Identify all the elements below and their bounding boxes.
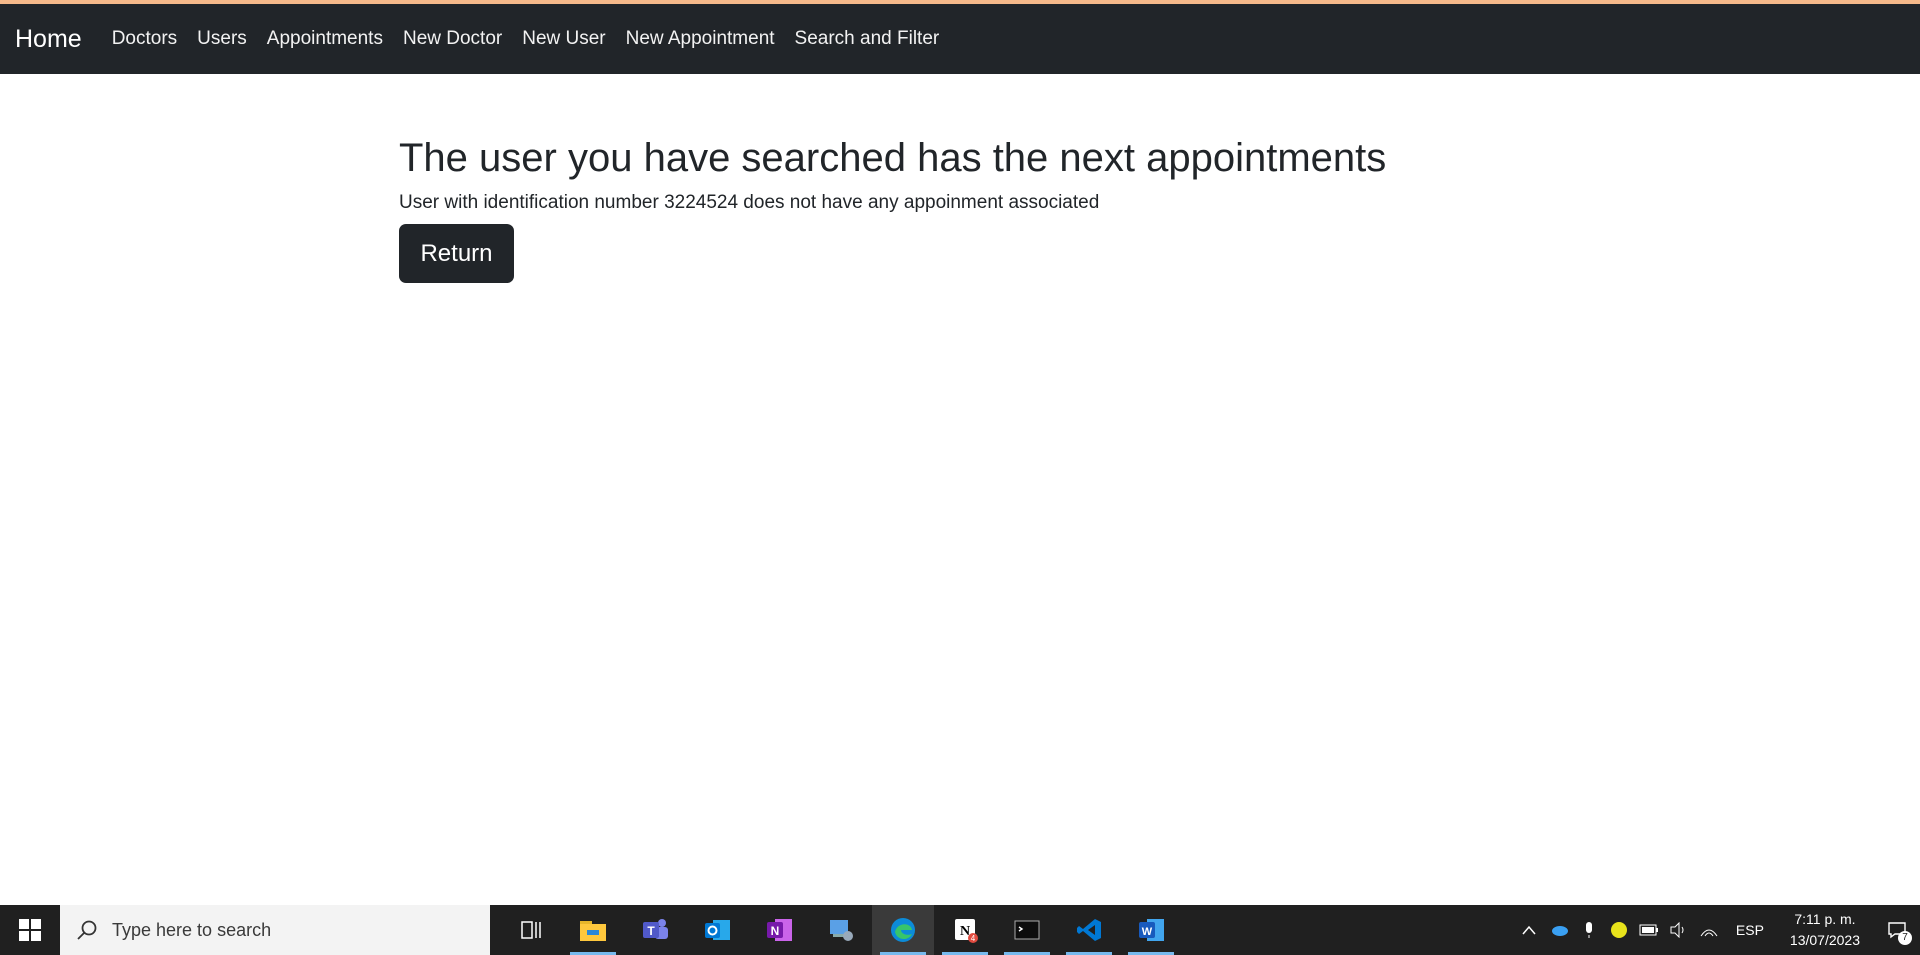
- notification-center-button[interactable]: 7: [1874, 905, 1920, 955]
- svg-text:T: T: [647, 924, 655, 938]
- nav-home-link[interactable]: Home: [15, 25, 82, 54]
- clock-time: 7:11 p. m.: [1794, 911, 1856, 927]
- battery-icon[interactable]: [1634, 905, 1664, 955]
- clock-date: 13/07/2023: [1789, 932, 1860, 948]
- nav-link-new-doctor[interactable]: New Doctor: [403, 28, 502, 50]
- page-title: The user you have searched has the next …: [399, 136, 1387, 180]
- app-tray-icon[interactable]: [1604, 905, 1634, 955]
- vscode-icon[interactable]: [1058, 905, 1120, 955]
- remote-desktop-icon[interactable]: [810, 905, 872, 955]
- edge-icon[interactable]: [872, 905, 934, 955]
- outlook-icon[interactable]: [686, 905, 748, 955]
- taskbar-search-box[interactable]: Type here to search: [60, 905, 490, 955]
- no-appointments-message: User with identification number 3224524 …: [399, 192, 1100, 213]
- speaker-icon[interactable]: [1664, 905, 1694, 955]
- notion-badge-count: 4: [971, 934, 976, 943]
- notification-count: 7: [1898, 931, 1912, 945]
- search-icon: [77, 920, 97, 940]
- notion-icon[interactable]: N4: [934, 905, 996, 955]
- task-view-icon[interactable]: [500, 905, 562, 955]
- top-navbar: Home Doctors Users Appointments New Doct…: [0, 4, 1920, 74]
- svg-text:W: W: [1142, 926, 1153, 938]
- nav-link-doctors[interactable]: Doctors: [112, 28, 177, 50]
- teams-icon[interactable]: T: [624, 905, 686, 955]
- file-explorer-icon[interactable]: [562, 905, 624, 955]
- language-indicator[interactable]: ESP: [1736, 922, 1764, 938]
- search-placeholder: Type here to search: [112, 919, 272, 940]
- main-content: The user you have searched has the next …: [399, 130, 1599, 283]
- word-icon[interactable]: W: [1120, 905, 1182, 955]
- taskbar-apps: T N N4 W: [500, 905, 1182, 955]
- terminal-icon[interactable]: [996, 905, 1058, 955]
- microphone-icon[interactable]: [1574, 905, 1604, 955]
- system-tray: ESP 7:11 p. m. 13/07/2023 7: [1514, 905, 1920, 955]
- chevron-up-icon[interactable]: [1514, 905, 1544, 955]
- return-button[interactable]: Return: [399, 224, 514, 283]
- windows-taskbar: Type here to search T N N4 W ESP 7:11 p.…: [0, 905, 1920, 955]
- nav-link-appointments[interactable]: Appointments: [267, 28, 383, 50]
- windows-logo-icon: [19, 919, 41, 941]
- nav-link-users[interactable]: Users: [197, 28, 247, 50]
- nav-link-new-appointment[interactable]: New Appointment: [626, 28, 775, 50]
- start-button[interactable]: [0, 905, 60, 955]
- svg-text:N: N: [771, 924, 780, 938]
- onedrive-icon[interactable]: [1544, 905, 1574, 955]
- wifi-icon[interactable]: [1694, 905, 1724, 955]
- clock[interactable]: 7:11 p. m. 13/07/2023: [1790, 909, 1860, 951]
- nav-link-search-filter[interactable]: Search and Filter: [795, 28, 940, 50]
- nav-link-new-user[interactable]: New User: [522, 28, 605, 50]
- onenote-icon[interactable]: N: [748, 905, 810, 955]
